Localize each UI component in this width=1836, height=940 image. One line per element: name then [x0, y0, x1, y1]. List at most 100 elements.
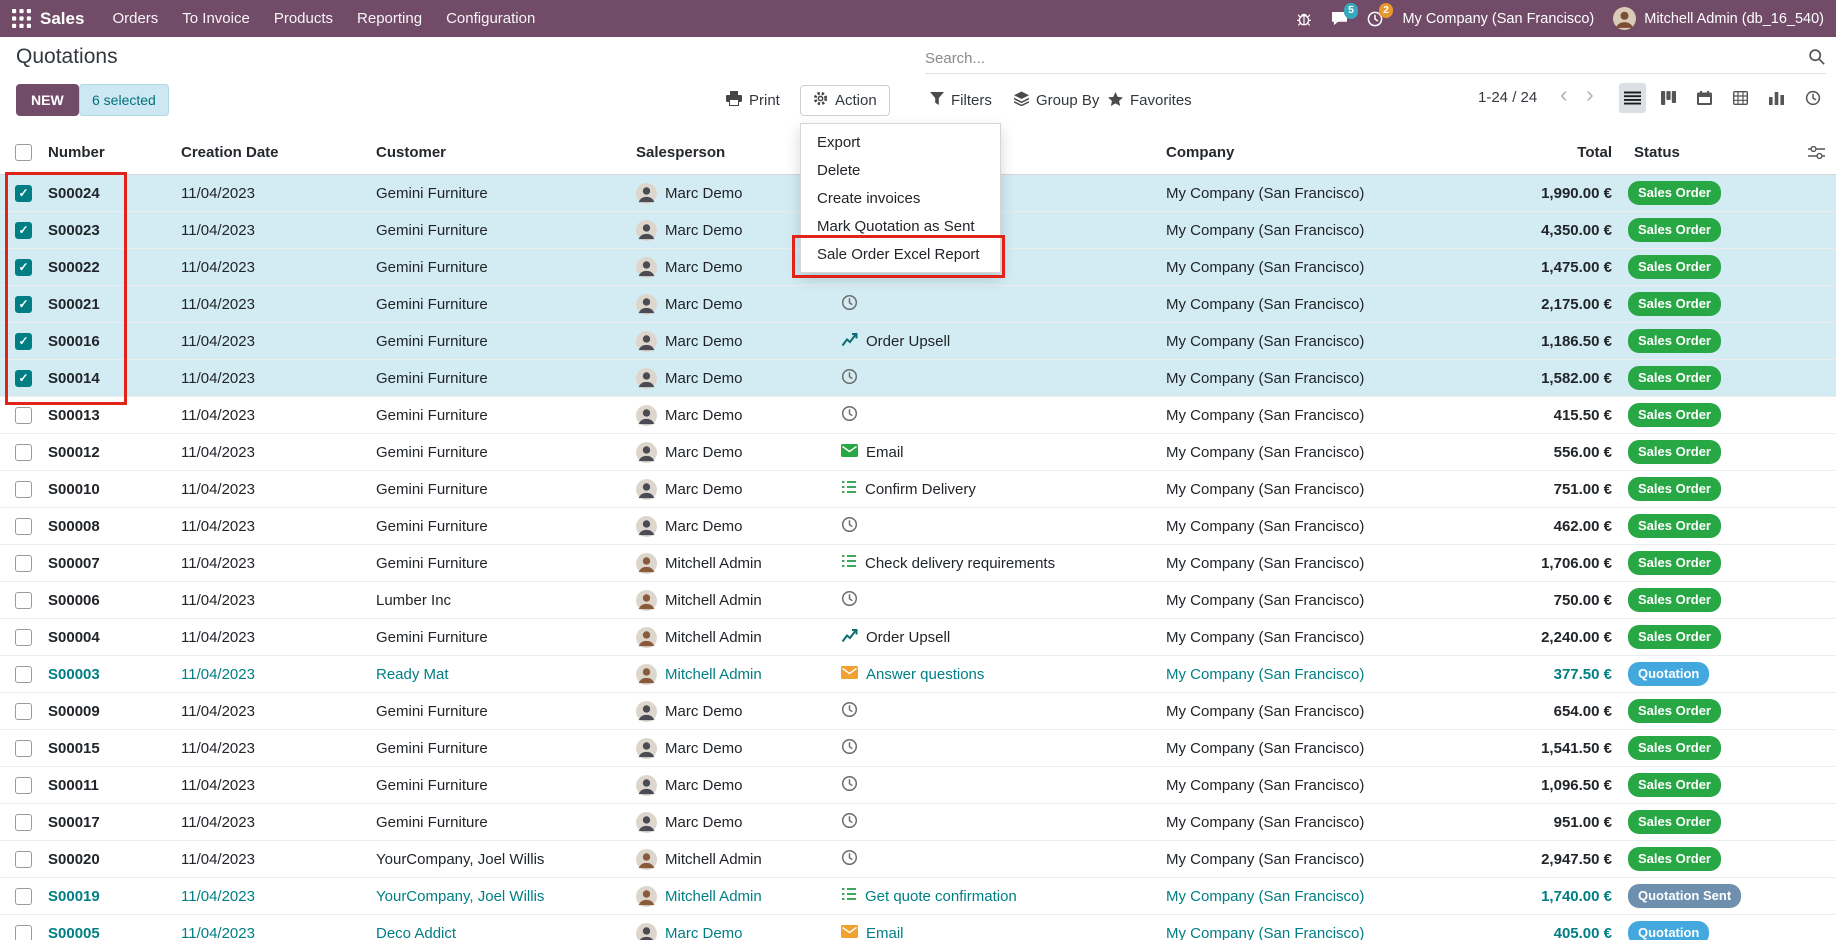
action-menu-item[interactable]: Create invoices — [801, 184, 1000, 212]
activity-view-icon[interactable] — [1799, 83, 1826, 113]
row-checkbox[interactable] — [15, 925, 32, 940]
order-number[interactable]: S00012 — [42, 444, 175, 461]
header-creation-date[interactable]: Creation Date — [175, 144, 370, 161]
table-row[interactable]: S0000811/04/2023Gemini FurnitureMarc Dem… — [0, 508, 1836, 545]
table-row[interactable]: S0000411/04/2023Gemini FurnitureMitchell… — [0, 619, 1836, 656]
row-checkbox[interactable] — [15, 555, 32, 572]
optional-columns-icon[interactable] — [1790, 146, 1836, 159]
messages-icon[interactable]: 5 — [1331, 11, 1348, 26]
next-activity[interactable]: Email — [835, 925, 1160, 940]
table-row[interactable]: S0001211/04/2023Gemini FurnitureMarc Dem… — [0, 434, 1836, 471]
menu-reporting[interactable]: Reporting — [345, 0, 434, 37]
order-number[interactable]: S00019 — [42, 888, 175, 905]
order-number[interactable]: S00009 — [42, 703, 175, 720]
header-status[interactable]: Status — [1620, 144, 1790, 161]
action-menu-item[interactable]: Export — [801, 128, 1000, 156]
row-checkbox[interactable] — [15, 185, 32, 202]
row-checkbox[interactable] — [15, 407, 32, 424]
kanban-view-icon[interactable] — [1655, 83, 1682, 113]
table-row[interactable]: S0001511/04/2023Gemini FurnitureMarc Dem… — [0, 730, 1836, 767]
order-number[interactable]: S00023 — [42, 222, 175, 239]
next-activity[interactable] — [835, 738, 1160, 759]
order-number[interactable]: S00003 — [42, 666, 175, 683]
table-row[interactable]: S0001711/04/2023Gemini FurnitureMarc Dem… — [0, 804, 1836, 841]
table-row[interactable]: S0002111/04/2023Gemini FurnitureMarc Dem… — [0, 286, 1836, 323]
selected-count-chip[interactable]: 6 selected — [79, 84, 169, 116]
search-bar[interactable] — [925, 44, 1826, 74]
next-activity[interactable]: Check delivery requirements — [835, 554, 1160, 572]
row-checkbox[interactable] — [15, 518, 32, 535]
order-number[interactable]: S00013 — [42, 407, 175, 424]
table-row[interactable]: S0000911/04/2023Gemini FurnitureMarc Dem… — [0, 693, 1836, 730]
next-activity[interactable]: Order Upsell — [835, 332, 1160, 351]
search-icon[interactable] — [1808, 48, 1826, 70]
row-checkbox[interactable] — [15, 777, 32, 794]
next-activity[interactable] — [835, 775, 1160, 796]
row-checkbox[interactable] — [15, 333, 32, 350]
row-checkbox[interactable] — [15, 592, 32, 609]
row-checkbox[interactable] — [15, 740, 32, 757]
favorites-button[interactable]: Favorites — [1108, 85, 1192, 116]
row-checkbox[interactable] — [15, 296, 32, 313]
filters-button[interactable]: Filters — [930, 85, 992, 116]
order-number[interactable]: S00020 — [42, 851, 175, 868]
pager-prev-icon[interactable]: ‹ — [1560, 81, 1568, 108]
next-activity[interactable] — [835, 590, 1160, 611]
table-row[interactable]: S0001111/04/2023Gemini FurnitureMarc Dem… — [0, 767, 1836, 804]
apps-grid-icon[interactable] — [12, 9, 31, 28]
header-total[interactable]: Total — [1455, 144, 1620, 161]
row-checkbox[interactable] — [15, 370, 32, 387]
table-row[interactable]: S0001611/04/2023Gemini FurnitureMarc Dem… — [0, 323, 1836, 360]
user-menu[interactable]: Mitchell Admin (db_16_540) — [1613, 7, 1824, 30]
company-switcher[interactable]: My Company (San Francisco) — [1402, 11, 1594, 27]
next-activity[interactable]: Get quote confirmation — [835, 887, 1160, 905]
next-activity[interactable]: Confirm Delivery — [835, 480, 1160, 498]
table-row[interactable]: S0000311/04/2023Ready MatMitchell AdminA… — [0, 656, 1836, 693]
table-row[interactable]: S0000511/04/2023Deco AddictMarc DemoEmai… — [0, 915, 1836, 940]
row-checkbox[interactable] — [15, 814, 32, 831]
order-number[interactable]: S00008 — [42, 518, 175, 535]
order-number[interactable]: S00017 — [42, 814, 175, 831]
next-activity[interactable] — [835, 405, 1160, 426]
activities-icon[interactable]: 2 — [1367, 11, 1383, 27]
order-number[interactable]: S00007 — [42, 555, 175, 572]
row-checkbox[interactable] — [15, 666, 32, 683]
next-activity[interactable] — [835, 294, 1160, 315]
table-row[interactable]: S0000611/04/2023Lumber IncMitchell Admin… — [0, 582, 1836, 619]
table-row[interactable]: S0001311/04/2023Gemini FurnitureMarc Dem… — [0, 397, 1836, 434]
bug-icon[interactable] — [1296, 11, 1312, 27]
pager-next-icon[interactable]: › — [1586, 81, 1594, 108]
order-number[interactable]: S00021 — [42, 296, 175, 313]
order-number[interactable]: S00006 — [42, 592, 175, 609]
order-number[interactable]: S00005 — [42, 925, 175, 940]
next-activity[interactable]: Answer questions — [835, 666, 1160, 683]
action-menu-item[interactable]: Mark Quotation as Sent — [801, 212, 1000, 240]
list-view-icon[interactable] — [1619, 83, 1646, 113]
next-activity[interactable] — [835, 849, 1160, 870]
header-number[interactable]: Number — [42, 144, 175, 161]
row-checkbox[interactable] — [15, 888, 32, 905]
menu-configuration[interactable]: Configuration — [434, 0, 547, 37]
row-checkbox[interactable] — [15, 444, 32, 461]
header-company[interactable]: Company — [1160, 144, 1455, 161]
row-checkbox[interactable] — [15, 851, 32, 868]
menu-to-invoice[interactable]: To Invoice — [170, 0, 262, 37]
table-row[interactable]: S0000711/04/2023Gemini FurnitureMitchell… — [0, 545, 1836, 582]
next-activity[interactable] — [835, 516, 1160, 537]
next-activity[interactable] — [835, 701, 1160, 722]
order-number[interactable]: S00010 — [42, 481, 175, 498]
order-number[interactable]: S00011 — [42, 777, 175, 794]
graph-view-icon[interactable] — [1763, 83, 1790, 113]
order-number[interactable]: S00024 — [42, 185, 175, 202]
print-button[interactable]: Print — [726, 85, 780, 116]
row-checkbox[interactable] — [15, 629, 32, 646]
new-button[interactable]: NEW — [16, 84, 79, 116]
order-number[interactable]: S00014 — [42, 370, 175, 387]
group-by-button[interactable]: Group By — [1014, 85, 1099, 116]
pivot-view-icon[interactable] — [1727, 83, 1754, 113]
row-checkbox[interactable] — [15, 222, 32, 239]
next-activity[interactable]: Email — [835, 444, 1160, 461]
calendar-view-icon[interactable] — [1691, 83, 1718, 113]
action-menu-item[interactable]: Sale Order Excel Report — [801, 240, 1000, 268]
next-activity[interactable]: Order Upsell — [835, 628, 1160, 647]
